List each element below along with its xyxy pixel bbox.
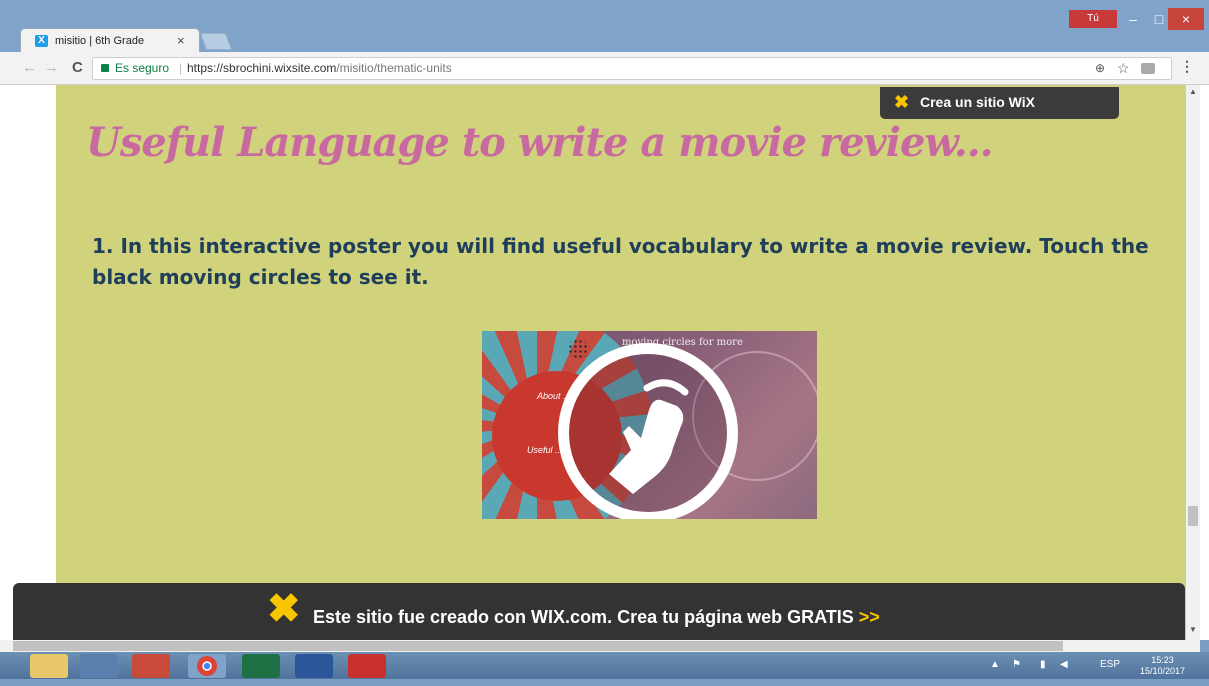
url-separator: | <box>179 61 183 75</box>
tray-flag-icon[interactable]: ⚑ <box>1012 659 1021 670</box>
system-clock[interactable]: 15:23 15/10/2017 <box>1140 655 1185 677</box>
lock-icon <box>101 64 109 72</box>
acrobat-taskbar-icon[interactable] <box>348 654 386 678</box>
tray-network-icon[interactable]: ▮ <box>1040 659 1046 670</box>
vertical-scrollbar[interactable]: ▲ ▼ <box>1186 85 1200 640</box>
browser-tab[interactable]: X misitio | 6th Grade × <box>20 28 200 52</box>
url-host: https://sbrochini.wixsite.com <box>187 61 337 75</box>
zoom-icon[interactable]: ⊕ <box>1095 58 1105 79</box>
touch-hand-icon[interactable] <box>558 343 738 519</box>
excel-taskbar-icon[interactable] <box>242 654 280 678</box>
media-taskbar-icon[interactable] <box>80 654 118 678</box>
wix-badge-label: Crea un sitio WiX <box>920 94 1036 110</box>
new-tab-button[interactable] <box>199 33 233 50</box>
chrome-taskbar-icon[interactable] <box>188 654 226 678</box>
poster-text-2: Useful ... <box>527 445 563 455</box>
close-window-button[interactable]: × <box>1168 8 1204 30</box>
wix-create-site-badge[interactable]: ✖ Crea un sitio WiX <box>880 87 1119 119</box>
url-path: /misitio/thematic-units <box>336 61 452 75</box>
interactive-poster[interactable]: moving circles for more About ... Useful… <box>482 331 817 519</box>
word-taskbar-icon[interactable] <box>295 654 333 678</box>
extension-icon[interactable] <box>1141 63 1155 74</box>
tray-volume-icon[interactable]: ◀ <box>1060 659 1068 670</box>
language-indicator[interactable]: ESP <box>1100 659 1120 670</box>
forward-arrow-icon[interactable]: → <box>44 59 59 76</box>
horizontal-scroll-thumb[interactable] <box>13 641 1063 651</box>
wix-crown-logo-icon: ✖ <box>267 587 301 631</box>
secure-label: Es seguro <box>115 61 170 75</box>
tray-up-arrow-icon[interactable]: ▲ <box>990 659 1000 670</box>
page-viewport: ✖ Crea un sitio WiX Useful Language to w… <box>0 85 1209 640</box>
address-bar[interactable]: Es seguro | https://sbrochini.wixsite.co… <box>92 57 1172 80</box>
app-taskbar-icon[interactable] <box>132 654 170 678</box>
instruction-text: 1. In this interactive poster you will f… <box>92 234 1149 289</box>
tab-title: misitio | 6th Grade <box>55 35 145 47</box>
chrome-icon <box>197 656 217 676</box>
clock-date: 15/10/2017 <box>1140 666 1186 676</box>
vertical-scroll-thumb[interactable] <box>1188 506 1198 526</box>
footer-text: Este sitio fue creado con WIX.com. Crea … <box>313 607 854 627</box>
window-title-bar: X misitio | 6th Grade × Tú – □ × <box>0 0 1209 52</box>
wix-footer-banner[interactable]: ✖ Este sitio fue creado con WIX.com. Cre… <box>13 583 1185 640</box>
browser-toolbar: ← → C Es seguro | https://sbrochini.wixs… <box>0 52 1209 85</box>
browser-menu-icon[interactable]: ⋮ <box>1180 58 1194 75</box>
scroll-up-arrow-icon[interactable]: ▲ <box>1189 87 1197 96</box>
footer-arrow: >> <box>858 607 880 627</box>
page-content: ✖ Crea un sitio WiX Useful Language to w… <box>56 85 1186 640</box>
tab-close-icon[interactable]: × <box>177 33 185 48</box>
clock-time: 15:23 <box>1151 655 1174 665</box>
url-text[interactable]: https://sbrochini.wixsite.com/misitio/th… <box>187 58 452 79</box>
reload-icon[interactable]: C <box>72 59 83 76</box>
wix-favicon-icon: X <box>35 35 48 47</box>
bookmark-star-icon[interactable]: ☆ <box>1117 58 1130 79</box>
pointing-hand-icon <box>609 379 689 494</box>
windows-taskbar: ▲ ⚑ ▮ ◀ ESP 15:23 15/10/2017 <box>0 652 1209 679</box>
page-heading: Useful Language to write a movie review.… <box>86 119 994 166</box>
scroll-down-arrow-icon[interactable]: ▼ <box>1189 625 1197 634</box>
profile-button[interactable]: Tú <box>1069 10 1117 28</box>
explorer-taskbar-icon[interactable] <box>30 654 68 678</box>
back-arrow-icon[interactable]: ← <box>22 59 37 76</box>
wix-logo-icon: ✖ <box>894 92 910 112</box>
horizontal-scrollbar[interactable] <box>0 640 1200 652</box>
